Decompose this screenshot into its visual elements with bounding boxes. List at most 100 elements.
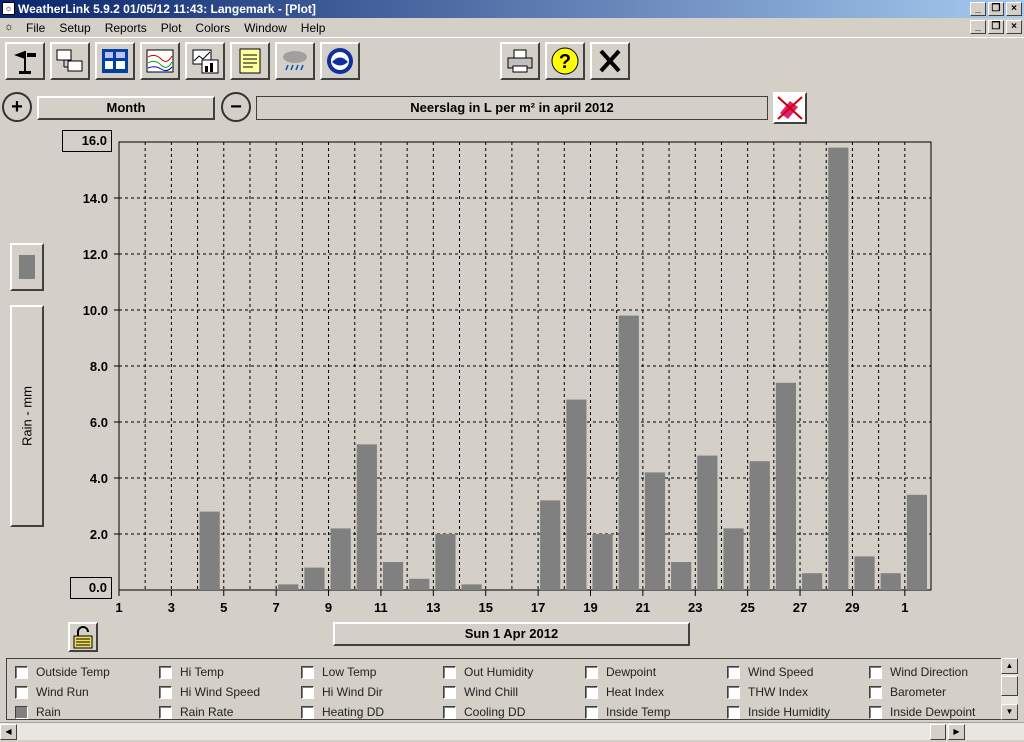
station-button[interactable]: [5, 42, 45, 80]
rain-bar[interactable]: [854, 556, 875, 590]
scroll-up-button[interactable]: ▲: [1001, 658, 1018, 674]
rain-bar[interactable]: [382, 562, 404, 590]
rain-bar[interactable]: [802, 573, 823, 590]
legend-item[interactable]: Hi Temp: [159, 664, 224, 680]
legend-item[interactable]: Low Temp: [301, 664, 376, 680]
series-checkbox[interactable]: [869, 705, 882, 719]
rain-bar[interactable]: [566, 399, 587, 590]
series-checkbox[interactable]: [301, 685, 314, 699]
scroll-thumb[interactable]: [1001, 676, 1018, 696]
child-minimize-button[interactable]: _: [970, 20, 986, 34]
rain-bar[interactable]: [435, 534, 456, 590]
rain-bar[interactable]: [644, 472, 666, 590]
legend-item[interactable]: Wind Speed: [727, 664, 813, 680]
series-checkbox[interactable]: [159, 665, 172, 679]
help-button[interactable]: ?: [545, 42, 585, 80]
legend-item[interactable]: Dewpoint: [585, 664, 656, 680]
zoom-in-button[interactable]: +: [2, 92, 32, 122]
horizontal-scrollbar[interactable]: ◀ ▶: [0, 722, 1024, 740]
rain-bar[interactable]: [409, 578, 430, 590]
restore-button[interactable]: ❐: [988, 2, 1004, 16]
series-checkbox[interactable]: [585, 665, 598, 679]
legend-item[interactable]: Cooling DD: [443, 704, 525, 720]
series-checkbox[interactable]: [443, 665, 456, 679]
legend-item[interactable]: Inside Humidity: [727, 704, 830, 720]
menu-window[interactable]: Window: [244, 21, 287, 35]
legend-item[interactable]: Wind Chill: [443, 684, 518, 700]
y-min-input[interactable]: 0.0: [70, 577, 112, 599]
rain-bar[interactable]: [880, 573, 901, 590]
legend-item[interactable]: Rain Rate: [159, 704, 233, 720]
rain-bar[interactable]: [592, 534, 613, 590]
print-button[interactable]: [500, 42, 540, 80]
date-button[interactable]: Sun 1 Apr 2012: [333, 622, 690, 646]
series-checkbox[interactable]: [15, 685, 28, 699]
legend-scrollbar[interactable]: ▲ ▼: [1001, 658, 1018, 720]
download-button[interactable]: [50, 42, 90, 80]
series-checkbox[interactable]: [15, 705, 28, 719]
legend-item[interactable]: Rain: [15, 704, 61, 720]
rain-bar[interactable]: [671, 562, 692, 590]
series-checkbox[interactable]: [727, 685, 740, 699]
series-checkbox[interactable]: [159, 705, 172, 719]
series-checkbox[interactable]: [15, 665, 28, 679]
menu-file[interactable]: File: [26, 21, 45, 35]
legend-item[interactable]: Barometer: [869, 684, 946, 700]
rain-bar[interactable]: [906, 494, 927, 590]
document-icon[interactable]: ☼: [4, 21, 18, 35]
rain-bar[interactable]: [828, 147, 849, 590]
rain-bar[interactable]: [304, 567, 325, 590]
weather-button[interactable]: [275, 42, 315, 80]
series-checkbox[interactable]: [869, 665, 882, 679]
legend-item[interactable]: Out Humidity: [443, 664, 533, 680]
child-restore-button[interactable]: ❐: [988, 20, 1004, 34]
menu-colors[interactable]: Colors: [195, 21, 230, 35]
legend-item[interactable]: Wind Run: [15, 684, 89, 700]
y-max-input[interactable]: 16.0: [62, 130, 112, 152]
period-button[interactable]: Month: [37, 96, 215, 120]
chart-button[interactable]: [185, 42, 225, 80]
legend-item[interactable]: THW Index: [727, 684, 808, 700]
scroll-left-button[interactable]: ◀: [0, 724, 17, 740]
scroll-down-button[interactable]: ▼: [1001, 704, 1018, 720]
rain-bar[interactable]: [356, 444, 377, 590]
summary-button[interactable]: [140, 42, 180, 80]
legend-item[interactable]: Heat Index: [585, 684, 664, 700]
h-scroll-thumb[interactable]: [930, 724, 946, 740]
legend-item[interactable]: Inside Dewpoint: [869, 704, 975, 720]
notes-button[interactable]: [230, 42, 270, 80]
zoom-out-button[interactable]: −: [221, 92, 251, 122]
menu-help[interactable]: Help: [301, 21, 326, 35]
legend-item[interactable]: Wind Direction: [869, 664, 968, 680]
series-checkbox[interactable]: [301, 705, 314, 719]
eraser-button[interactable]: [773, 92, 807, 124]
scroll-right-button[interactable]: ▶: [948, 724, 965, 740]
rain-bar[interactable]: [278, 584, 299, 590]
noaa-button[interactable]: [320, 42, 360, 80]
menu-setup[interactable]: Setup: [59, 21, 90, 35]
child-close-button[interactable]: ×: [1006, 20, 1022, 34]
legend-item[interactable]: Inside Temp: [585, 704, 670, 720]
series-checkbox[interactable]: [585, 705, 598, 719]
close-plot-button[interactable]: [590, 42, 630, 80]
minimize-button[interactable]: _: [970, 2, 986, 16]
series-checkbox[interactable]: [727, 705, 740, 719]
legend-item[interactable]: Heating DD: [301, 704, 384, 720]
rain-bar[interactable]: [775, 382, 797, 590]
plot-title[interactable]: Neerslag in L per m² in april 2012: [256, 96, 768, 120]
legend-item[interactable]: Hi Wind Speed: [159, 684, 260, 700]
series-checkbox[interactable]: [443, 705, 456, 719]
menu-reports[interactable]: Reports: [105, 21, 147, 35]
series-checkbox[interactable]: [727, 665, 740, 679]
rain-bar[interactable]: [540, 500, 561, 590]
rain-bar[interactable]: [749, 461, 770, 590]
series-checkbox[interactable]: [443, 685, 456, 699]
rain-bar[interactable]: [199, 511, 220, 590]
close-window-button[interactable]: ×: [1006, 2, 1022, 16]
bulletin-button[interactable]: [95, 42, 135, 80]
series-checkbox[interactable]: [159, 685, 172, 699]
rain-bar[interactable]: [723, 528, 744, 590]
menu-plot[interactable]: Plot: [161, 21, 182, 35]
legend-item[interactable]: Hi Wind Dir: [301, 684, 383, 700]
lock-button[interactable]: [68, 622, 98, 652]
